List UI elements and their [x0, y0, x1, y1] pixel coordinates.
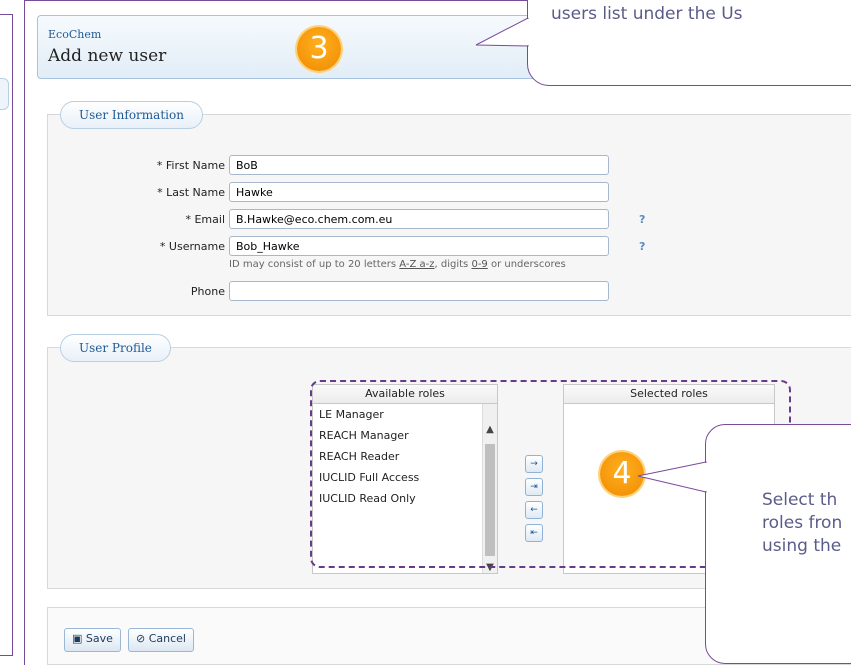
username-hint: ID may consist of up to 20 letters A-Z a… — [229, 259, 566, 270]
digits-range: 0-9 — [471, 259, 488, 270]
page-title: Add new user — [48, 46, 167, 66]
last-name-label: * Last Name — [157, 186, 225, 199]
phone-field[interactable] — [229, 281, 609, 301]
user-profile-legend: User Profile — [60, 334, 171, 362]
save-label: Save — [85, 632, 113, 645]
bottom-callout: Select th roles fron using the — [705, 424, 851, 664]
username-row: * Username ? — [48, 236, 851, 258]
last-name-field[interactable] — [229, 182, 609, 202]
step-3-badge: 3 — [297, 27, 341, 71]
save-button[interactable]: ▣ Save — [64, 628, 121, 652]
username-help-icon[interactable]: ? — [639, 236, 645, 258]
cancel-button[interactable]: ⊘ Cancel — [128, 628, 194, 652]
cancel-icon: ⊘ — [136, 632, 146, 645]
left-panel-frame — [0, 14, 13, 656]
app-name: EcoChem — [48, 28, 102, 41]
cancel-label: Cancel — [148, 632, 186, 645]
phone-row: Phone — [48, 281, 851, 303]
user-information-legend: User Information — [60, 101, 203, 129]
top-callout-text: users list under the Us — [551, 4, 743, 24]
save-icon: ▣ — [72, 632, 83, 645]
left-panel-tab[interactable] — [0, 78, 9, 110]
first-name-field[interactable] — [229, 155, 609, 175]
letters-range: A-Z a-z — [399, 259, 435, 270]
email-row: * Email ? — [48, 209, 851, 231]
top-callout-pointer — [475, 18, 530, 47]
email-help-icon[interactable]: ? — [639, 209, 645, 231]
email-label: * Email — [185, 213, 225, 226]
first-name-row: * First Name — [48, 155, 851, 177]
top-callout: users list under the Us — [527, 0, 851, 86]
phone-label: Phone — [190, 285, 225, 298]
username-field[interactable] — [229, 236, 609, 256]
user-information-section: User Information * First Name * Last Nam… — [47, 101, 851, 316]
last-name-row: * Last Name — [48, 182, 851, 204]
bottom-callout-pointer — [637, 461, 708, 493]
username-label: * Username — [159, 240, 225, 253]
email-field[interactable] — [229, 209, 609, 229]
bottom-callout-text: Select th roles fron using the — [762, 490, 843, 556]
first-name-label: * First Name — [156, 159, 225, 172]
